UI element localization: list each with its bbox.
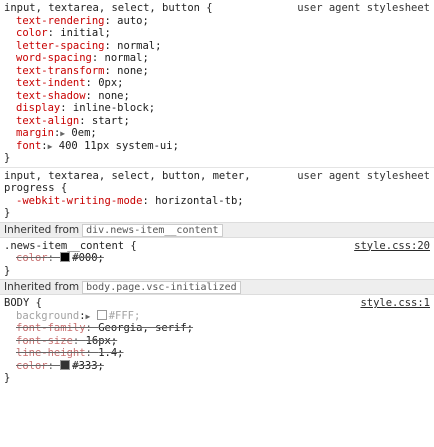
declaration[interactable]: letter-spacing: normal; [4, 40, 430, 53]
declaration-overridden[interactable]: color: #000; [4, 252, 430, 265]
declaration-overridden[interactable]: line-height: 1.4; [4, 347, 430, 360]
rule-source-link[interactable]: style.css:20 [354, 240, 430, 252]
inherited-element-link[interactable]: body.page.vsc-initialized [82, 281, 241, 294]
declaration[interactable]: word-spacing: normal; [4, 52, 430, 65]
rule-origin: user agent stylesheet [297, 2, 430, 14]
declaration-overridden[interactable]: color: #333; [4, 359, 430, 373]
rule-close-brace: } [4, 264, 11, 277]
style-rule-writing-mode: input, textarea, select, button, meter, … [0, 166, 434, 222]
rule-close-brace: } [4, 372, 11, 384]
rule-origin: user agent stylesheet [297, 169, 430, 182]
declaration[interactable]: text-transform: none; [4, 65, 430, 78]
declaration[interactable]: font:▶ 400 11px system-ui; [4, 140, 430, 153]
inherited-header-body: Inherited from body.page.vsc-initialized [0, 279, 434, 295]
declaration[interactable]: display: inline-block; [4, 102, 430, 115]
declaration[interactable]: -webkit-writing-mode: horizontal-tb; [4, 195, 430, 208]
declaration[interactable]: text-align: start; [4, 115, 430, 128]
color-swatch[interactable] [96, 309, 107, 320]
style-rule-news-item-content: .news-item__content { style.css:20 color… [0, 238, 434, 280]
rule-selector-continued[interactable]: progress { [4, 182, 430, 195]
inherited-label: Inherited from [4, 223, 80, 236]
inherited-element-link[interactable]: div.news-item__content [82, 223, 223, 237]
declaration-overridden[interactable]: font-size: 16px; [4, 335, 430, 348]
triangle-right-icon[interactable]: ▶ [48, 142, 53, 151]
rule-close-brace: } [4, 207, 11, 219]
triangle-right-icon[interactable]: ▶ [86, 312, 91, 321]
inherited-header-news-item: Inherited from div.news-item__content [0, 221, 434, 238]
inherited-label: Inherited from [4, 281, 80, 293]
rule-close-brace: } [4, 152, 11, 164]
declaration[interactable]: text-indent: 0px; [4, 77, 430, 90]
declaration[interactable]: margin:▶ 0em; [4, 127, 430, 140]
declaration[interactable]: color: initial; [4, 27, 430, 40]
declaration-overridden[interactable]: font-family: Georgia, serif; [4, 322, 430, 335]
declaration[interactable]: text-shadow: none; [4, 90, 430, 103]
rule-source-link[interactable]: style.css:1 [360, 297, 430, 309]
triangle-right-icon[interactable]: ▶ [60, 129, 65, 138]
color-swatch[interactable] [60, 359, 71, 370]
declaration-inactive[interactable]: background:▶ #FFF; [4, 309, 430, 323]
color-swatch[interactable] [60, 252, 71, 262]
declaration[interactable]: text-rendering: auto; [4, 15, 430, 28]
style-rule-form-controls: input, textarea, select, button { user a… [0, 0, 434, 167]
style-rule-body: BODY { style.css:1 background:▶ #FFF; fo… [0, 295, 434, 387]
